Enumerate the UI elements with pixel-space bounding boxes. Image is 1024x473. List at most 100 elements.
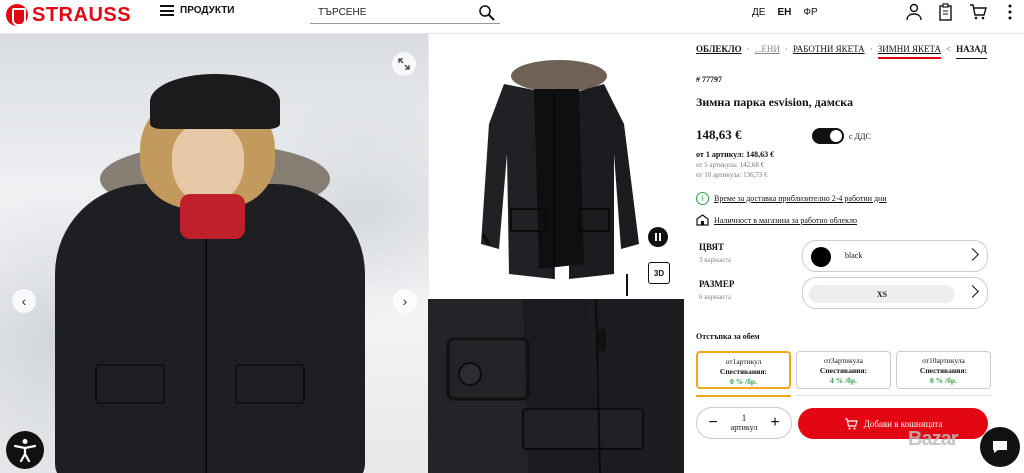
parka-pocket-left [95, 364, 165, 404]
search-input[interactable] [310, 7, 470, 18]
delivery-time-link[interactable]: Време за доставка приблизително 2-4 рабо… [714, 194, 887, 203]
discount-card-10[interactable]: от10артикула Спестявания: 8 % /бр. [896, 351, 991, 389]
product-info-panel: ОБЛЕКЛО · ...ЕНИ · РАБОТНИ ЯКЕТА · ЗИМНИ… [684, 34, 1024, 473]
color-swatch [811, 247, 831, 267]
discount-card-3[interactable]: от3артикула Спестявания: 4 % /бр. [796, 351, 891, 389]
discount-card-1[interactable]: от1артикул Спестявания: 0 % /бр. [696, 351, 791, 389]
delivery-info: i Време за доставка приблизително 2-4 ра… [696, 192, 887, 205]
add-to-cart-label: Добави в кошницата [863, 418, 943, 429]
vat-toggle[interactable] [812, 128, 844, 144]
discount-save-value: 4 % /бр. [830, 376, 857, 385]
breadcrumb-clothing[interactable]: ОБЛЕКЛО [696, 44, 742, 59]
chevron-right-icon [966, 285, 979, 298]
lang-fr[interactable]: ФР [803, 7, 817, 18]
discount-qty: от10артикула [922, 356, 965, 365]
lang-de[interactable]: ДЕ [752, 7, 765, 18]
discount-save-label: Спестявания: [719, 367, 768, 376]
breadcrumb-work-jackets[interactable]: РАБОТНИ ЯКЕТА [793, 44, 865, 59]
search-icon[interactable] [478, 4, 496, 22]
store-availability-link[interactable]: Наличност в магазина за работно облекло [714, 216, 857, 225]
strauss-logo[interactable]: STRAUSS [6, 3, 131, 27]
user-icon[interactable] [905, 3, 923, 21]
view-3d-button[interactable]: 3D [648, 262, 670, 284]
breadcrumb-winter-jackets[interactable]: ЗИМНИ ЯКЕТА [877, 44, 941, 59]
size-selector-row: РАЗМЕР 6 варианта XS [696, 277, 996, 311]
quantity-stepper: − 1 артикул + [696, 407, 792, 439]
jacket-illustration [481, 60, 639, 296]
back-link[interactable]: НАЗАД [956, 44, 987, 59]
accessibility-icon[interactable] [6, 431, 44, 469]
product-title: Зимна парка esvision, дамска [696, 95, 853, 109]
language-switcher: ДЕ ЕН ФР [752, 7, 818, 18]
logo-text: STRAUSS [32, 3, 132, 26]
breadcrumb-separator: · [869, 44, 873, 54]
store-icon [696, 214, 709, 226]
selected-tier-indicator [696, 395, 791, 397]
volume-discount-options: от1артикул Спестявания: 0 % /бр. от3арти… [696, 351, 991, 389]
discount-save-value: 8 % /бр. [930, 376, 957, 385]
red-scarf [180, 194, 245, 239]
header-actions [905, 3, 1019, 21]
add-to-cart-button[interactable]: Добави в кошницата [798, 408, 988, 439]
logo-emblem-icon [6, 4, 28, 26]
quantity-decrease-button[interactable]: − [703, 413, 723, 433]
price-tier-1: от 1 артикул: 148,63 € [696, 150, 775, 159]
color-selector-row: ЦВЯТ 3 варианта black [696, 240, 996, 274]
breadcrumb: ОБЛЕКЛО · ...ЕНИ · РАБОТНИ ЯКЕТА · ЗИМНИ… [696, 44, 987, 59]
size-select[interactable]: XS [802, 277, 988, 309]
beanie-hat [150, 74, 280, 129]
store-availability: Наличност в магазина за работно облекло [696, 214, 857, 226]
more-icon[interactable] [1001, 3, 1019, 21]
price-tier-5: от 5 артикула: 142,68 € [696, 161, 765, 169]
color-variants-count: 3 варианта [699, 256, 731, 264]
detail-photo[interactable] [428, 299, 684, 473]
quantity-unit: артикул [730, 423, 758, 432]
breadcrumb-separator: · [746, 44, 750, 54]
watermark-logo: Bazar [908, 428, 958, 450]
products-menu-label: ПРОДУКТИ [180, 5, 235, 16]
lang-en[interactable]: ЕН [777, 7, 791, 18]
chevron-right-icon [966, 248, 979, 261]
size-variants-count: 6 варианта [699, 293, 731, 301]
site-header: STRAUSS ПРОДУКТИ ДЕ ЕН ФР [0, 0, 1024, 34]
discount-save-label: Спестявания: [919, 366, 968, 375]
search-bar [310, 2, 500, 24]
product-price: 148,63 € [696, 127, 742, 142]
jacket-detail-illustration [428, 299, 684, 473]
color-select[interactable]: black [802, 240, 988, 272]
breadcrumb-separator: · [784, 44, 788, 54]
color-label: ЦВЯТ [699, 242, 725, 252]
price-tier-10: от 10 артикула: 136,73 € [696, 171, 768, 179]
cart-plus-icon [844, 417, 858, 429]
color-value: black [845, 251, 863, 260]
pause-rotation-button[interactable] [648, 227, 668, 247]
quantity-display[interactable]: 1 артикул [731, 413, 758, 433]
parka-zipper [205, 224, 207, 473]
vat-toggle-group: с ДДС [812, 128, 871, 144]
main-product-photo[interactable] [0, 34, 428, 473]
volume-discount-title: Отстъпка за обем [696, 332, 760, 341]
product-sku: # 77797 [696, 75, 722, 84]
clipboard-icon[interactable] [937, 3, 955, 21]
quantity-increase-button[interactable]: + [765, 413, 785, 433]
gallery-prev-button[interactable]: ‹ [12, 289, 36, 313]
back-chevron-icon: < [946, 44, 952, 54]
cart-icon[interactable] [969, 3, 987, 21]
gallery-next-button[interactable]: › [393, 289, 417, 313]
discount-save-value: 0 % /бр. [730, 377, 757, 386]
size-value: XS [809, 285, 955, 303]
parka-pocket-right [235, 364, 305, 404]
vat-label: с ДДС [849, 131, 871, 141]
chat-icon[interactable] [980, 427, 1020, 467]
tier-divider [796, 395, 991, 396]
face [172, 124, 244, 204]
info-icon: i [696, 192, 709, 205]
breadcrumb-truncated[interactable]: ...ЕНИ [755, 44, 780, 59]
fullscreen-expand-icon[interactable] [392, 52, 416, 76]
discount-qty: от3артикула [824, 356, 863, 365]
product-3d-view[interactable] [428, 34, 684, 299]
products-menu-button[interactable]: ПРОДУКТИ [160, 5, 235, 16]
discount-qty: от1артикул [725, 357, 762, 366]
quantity-value: 1 [741, 413, 747, 423]
size-label: РАЗМЕР [699, 279, 735, 289]
